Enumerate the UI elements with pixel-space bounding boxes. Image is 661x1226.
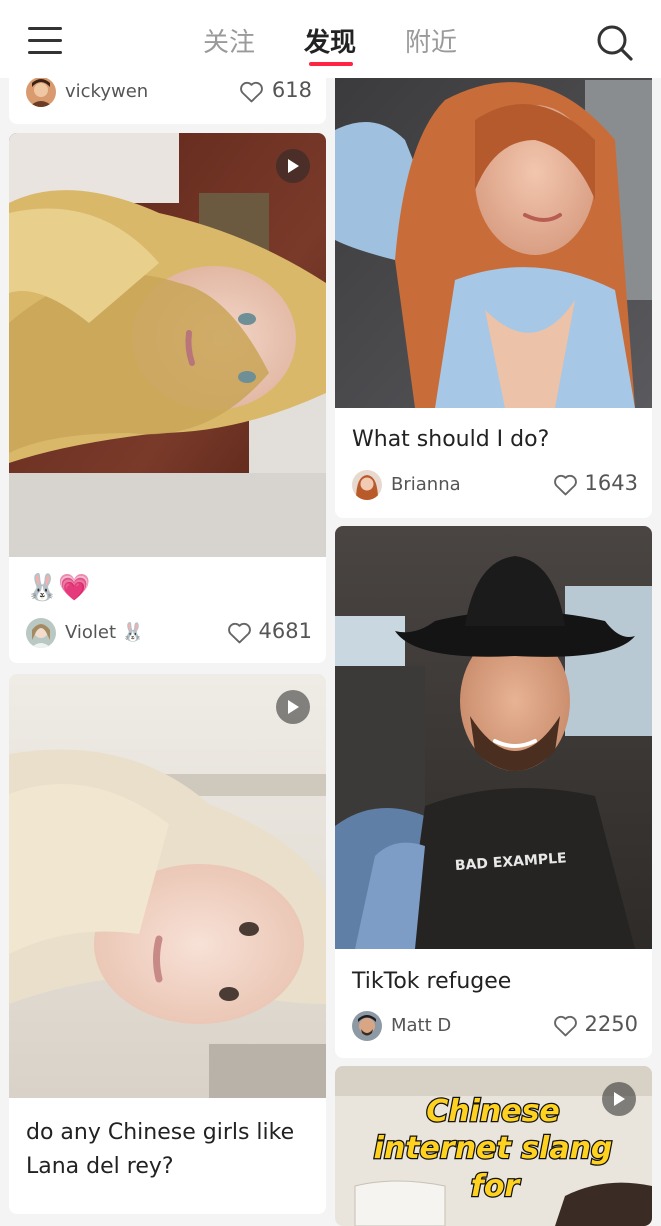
tab-following[interactable]: 关注	[203, 22, 255, 59]
search-icon[interactable]	[594, 22, 634, 62]
note-card[interactable]: 🐰💗 Violet 🐰 4681	[9, 133, 326, 663]
heart-icon	[240, 81, 263, 103]
note-title[interactable]: 🐰💗	[26, 571, 312, 605]
avatar[interactable]	[352, 470, 382, 500]
author-name[interactable]: Violet 🐰	[65, 622, 144, 643]
cover-image[interactable]	[9, 133, 326, 557]
active-tab-indicator	[309, 62, 353, 66]
card-meta: Brianna 1643	[352, 468, 638, 502]
card-meta: vickywen 618	[26, 75, 312, 109]
avatar[interactable]	[26, 618, 56, 648]
cover-image[interactable]	[335, 60, 652, 408]
note-card[interactable]: What should I do? Brianna 1643	[335, 60, 652, 518]
card-meta: Matt D 2250	[352, 1009, 638, 1043]
like-count: 618	[271, 78, 312, 102]
video-play-icon	[602, 1082, 636, 1116]
image-text: Chinese	[426, 1094, 560, 1129]
heart-icon	[228, 622, 251, 644]
author-name[interactable]: vickywen	[65, 81, 148, 102]
like-count: 2250	[584, 1012, 638, 1036]
avatar[interactable]	[352, 1011, 382, 1041]
video-play-icon	[276, 690, 310, 724]
like-count: 4681	[258, 619, 312, 643]
note-card[interactable]: BAD EXAMPLE TikTok refugee Matt D 2250	[335, 526, 652, 1058]
note-title[interactable]: What should I do?	[352, 423, 638, 457]
note-title[interactable]: TikTok refugee	[352, 965, 638, 999]
cover-image[interactable]: BAD EXAMPLE	[335, 526, 652, 949]
note-card[interactable]: Chinese internet slang for	[335, 1066, 652, 1226]
avatar[interactable]	[26, 77, 56, 107]
like-count: 1643	[584, 471, 638, 495]
card-meta: Violet 🐰 4681	[26, 616, 312, 650]
author-name[interactable]: Brianna	[391, 474, 461, 495]
author-name[interactable]: Matt D	[391, 1015, 451, 1036]
hamburger-menu-icon[interactable]	[28, 27, 64, 55]
top-navigation-bar: 关注 发现 附近	[0, 0, 661, 78]
tab-nearby[interactable]: 附近	[405, 22, 457, 59]
heart-icon	[554, 1015, 577, 1037]
image-text: internet slang	[374, 1131, 613, 1166]
tab-discover[interactable]: 发现	[304, 22, 356, 59]
heart-icon	[554, 474, 577, 496]
cover-image[interactable]	[9, 674, 326, 1098]
note-title[interactable]: do any Chinese girls like Lana del rey?	[26, 1116, 312, 1184]
note-card[interactable]: do any Chinese girls like Lana del rey?	[9, 674, 326, 1214]
image-text: for	[471, 1169, 522, 1204]
video-play-icon	[276, 149, 310, 183]
